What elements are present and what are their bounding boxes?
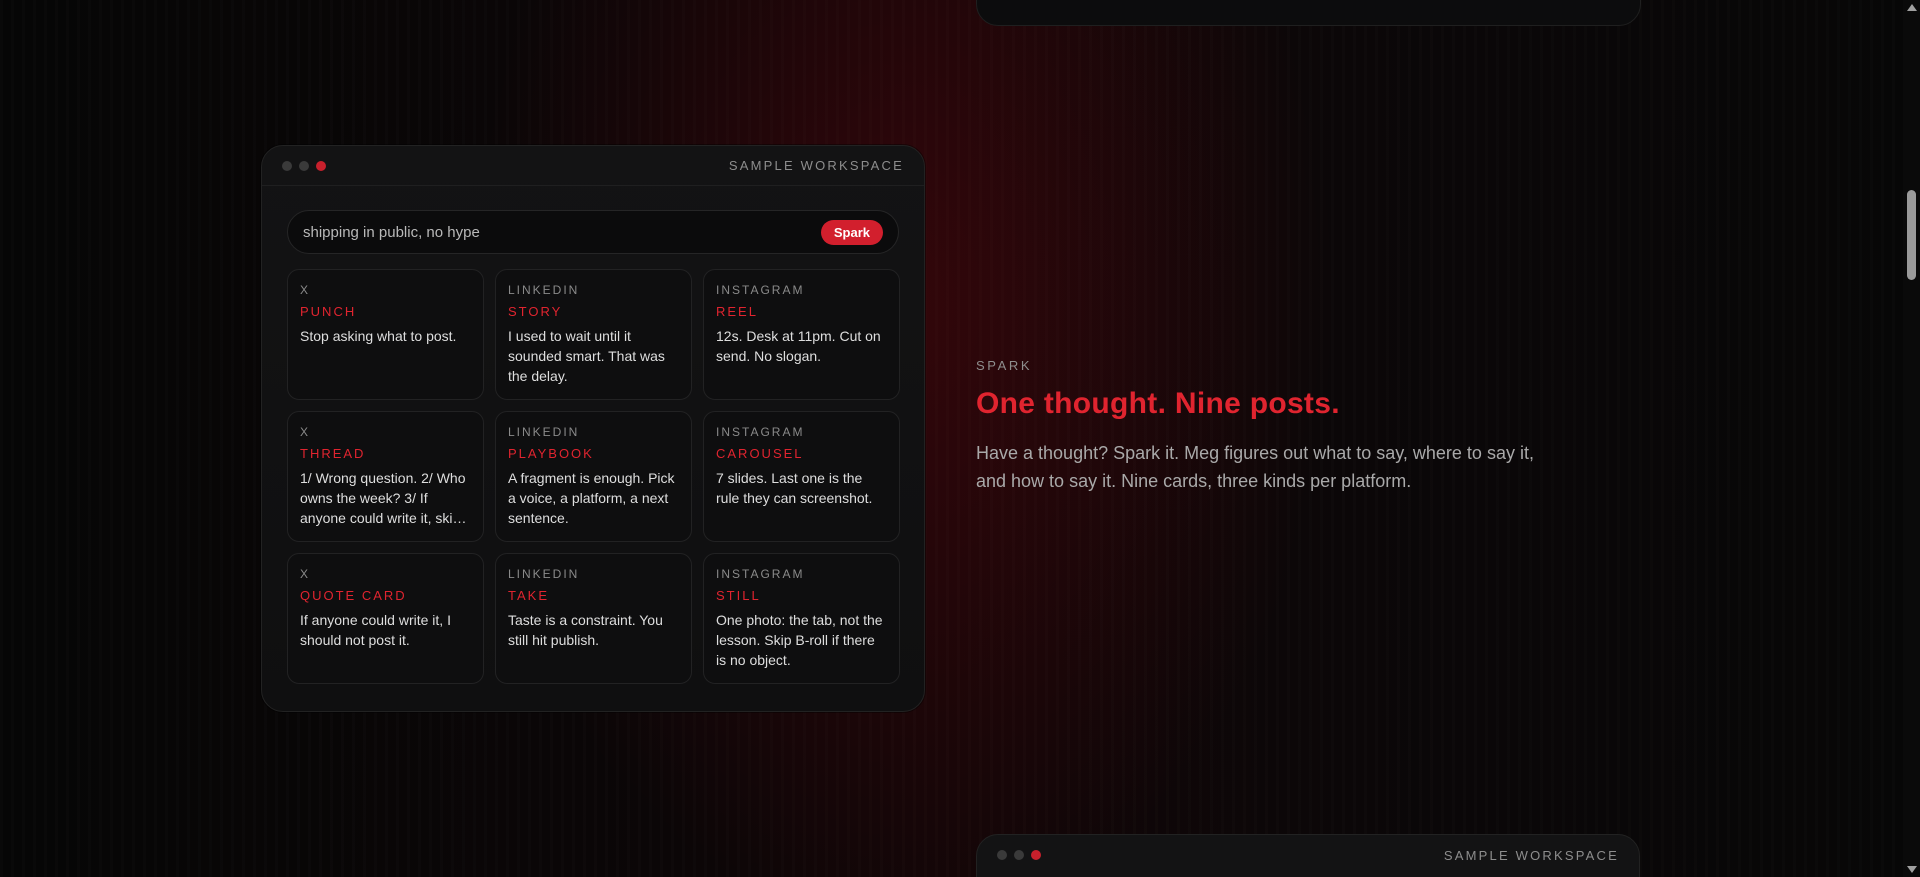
- card-kind: PLAYBOOK: [508, 446, 594, 461]
- post-card[interactable]: X QUOTE CARD If anyone could write it, I…: [287, 553, 484, 684]
- window-controls: [997, 850, 1041, 860]
- post-card[interactable]: LINKEDIN STORY I used to wait until it s…: [495, 269, 692, 400]
- window-dot-icon: [1014, 850, 1024, 860]
- card-kind: TAKE: [508, 588, 549, 603]
- spark-button[interactable]: Spark: [820, 219, 883, 245]
- post-card[interactable]: X THREAD 1/ Wrong question. 2/ Who owns …: [287, 411, 484, 542]
- post-card[interactable]: X PUNCH Stop asking what to post.: [287, 269, 484, 400]
- window-dot-red-icon: [1031, 850, 1041, 860]
- window-dot-red-icon: [316, 160, 326, 171]
- card-text: If anyone could write it, I should not p…: [300, 612, 451, 648]
- post-card[interactable]: INSTAGRAM STILL One photo: the tab, not …: [703, 553, 900, 684]
- card-platform: X: [300, 567, 311, 581]
- previous-workspace-card: [976, 0, 1641, 26]
- workspace-label: SAMPLE WORKSPACE: [1443, 847, 1619, 863]
- card-text: 7 slides. Last one is the rule they can …: [716, 470, 873, 506]
- card-text: One photo: the tab, not the lesson. Skip…: [716, 612, 883, 668]
- window-dot-icon: [282, 160, 292, 171]
- card-text: 12s. Desk at 11pm. Cut on send. No sloga…: [716, 328, 881, 364]
- section-headline: One thought. Nine posts.: [976, 387, 1340, 420]
- page: SAMPLE WORKSPACE shipping in public, no …: [0, 0, 1920, 877]
- card-kind: STILL: [716, 588, 761, 603]
- scroll-down-icon[interactable]: [1907, 866, 1917, 873]
- workspace-titlebar: SAMPLE WORKSPACE: [977, 835, 1639, 875]
- window-dot-icon: [997, 850, 1007, 860]
- post-card[interactable]: INSTAGRAM REEL 12s. Desk at 11pm. Cut on…: [703, 269, 900, 400]
- card-text: 1/ Wrong question. 2/ Who owns the week?…: [300, 470, 466, 526]
- post-card[interactable]: INSTAGRAM CAROUSEL 7 slides. Last one is…: [703, 411, 900, 542]
- post-cards-grid: X PUNCH Stop asking what to post. LINKED…: [287, 269, 900, 684]
- card-kind: THREAD: [300, 446, 366, 461]
- card-kind: CAROUSEL: [716, 446, 804, 461]
- prompt-text: shipping in public, no hype: [303, 223, 480, 241]
- card-kind: STORY: [508, 304, 563, 319]
- workspace-titlebar: SAMPLE WORKSPACE: [262, 146, 924, 186]
- card-text: Taste is a constraint. You still hit pub…: [508, 612, 663, 648]
- spark-prompt-input[interactable]: shipping in public, no hype Spark: [287, 210, 899, 254]
- card-platform: LINKEDIN: [508, 567, 580, 581]
- card-kind: QUOTE CARD: [300, 588, 407, 603]
- post-card[interactable]: LINKEDIN TAKE Taste is a constraint. You…: [495, 553, 692, 684]
- card-platform: LINKEDIN: [508, 283, 580, 297]
- card-kind: REEL: [716, 304, 758, 319]
- section-eyebrow: SPARK: [976, 358, 1033, 373]
- window-controls: [282, 160, 326, 171]
- scrollbar-thumb[interactable]: [1907, 190, 1916, 280]
- card-text: A fragment is enough. Pick a voice, a pl…: [508, 470, 675, 526]
- card-platform: INSTAGRAM: [716, 425, 805, 439]
- card-platform: INSTAGRAM: [716, 283, 805, 297]
- post-card[interactable]: LINKEDIN PLAYBOOK A fragment is enough. …: [495, 411, 692, 542]
- window-dot-icon: [299, 160, 309, 171]
- sample-workspace-window: SAMPLE WORKSPACE shipping in public, no …: [261, 145, 925, 712]
- card-platform: LINKEDIN: [508, 425, 580, 439]
- card-kind: PUNCH: [300, 304, 357, 319]
- workspace-label: SAMPLE WORKSPACE: [728, 158, 904, 173]
- card-text: Stop asking what to post.: [300, 328, 457, 344]
- card-text: I used to wait until it sounded smart. T…: [508, 328, 665, 384]
- card-platform: X: [300, 283, 311, 297]
- section-description: Have a thought? Spark it. Meg figures ou…: [976, 443, 1534, 491]
- next-workspace-window: SAMPLE WORKSPACE: [976, 834, 1640, 877]
- scroll-up-icon[interactable]: [1907, 4, 1917, 11]
- page-scrollbar[interactable]: [1903, 0, 1920, 877]
- card-platform: INSTAGRAM: [716, 567, 805, 581]
- card-platform: X: [300, 425, 311, 439]
- spark-section-copy: SPARK One thought. Nine posts. Have a th…: [976, 358, 1576, 495]
